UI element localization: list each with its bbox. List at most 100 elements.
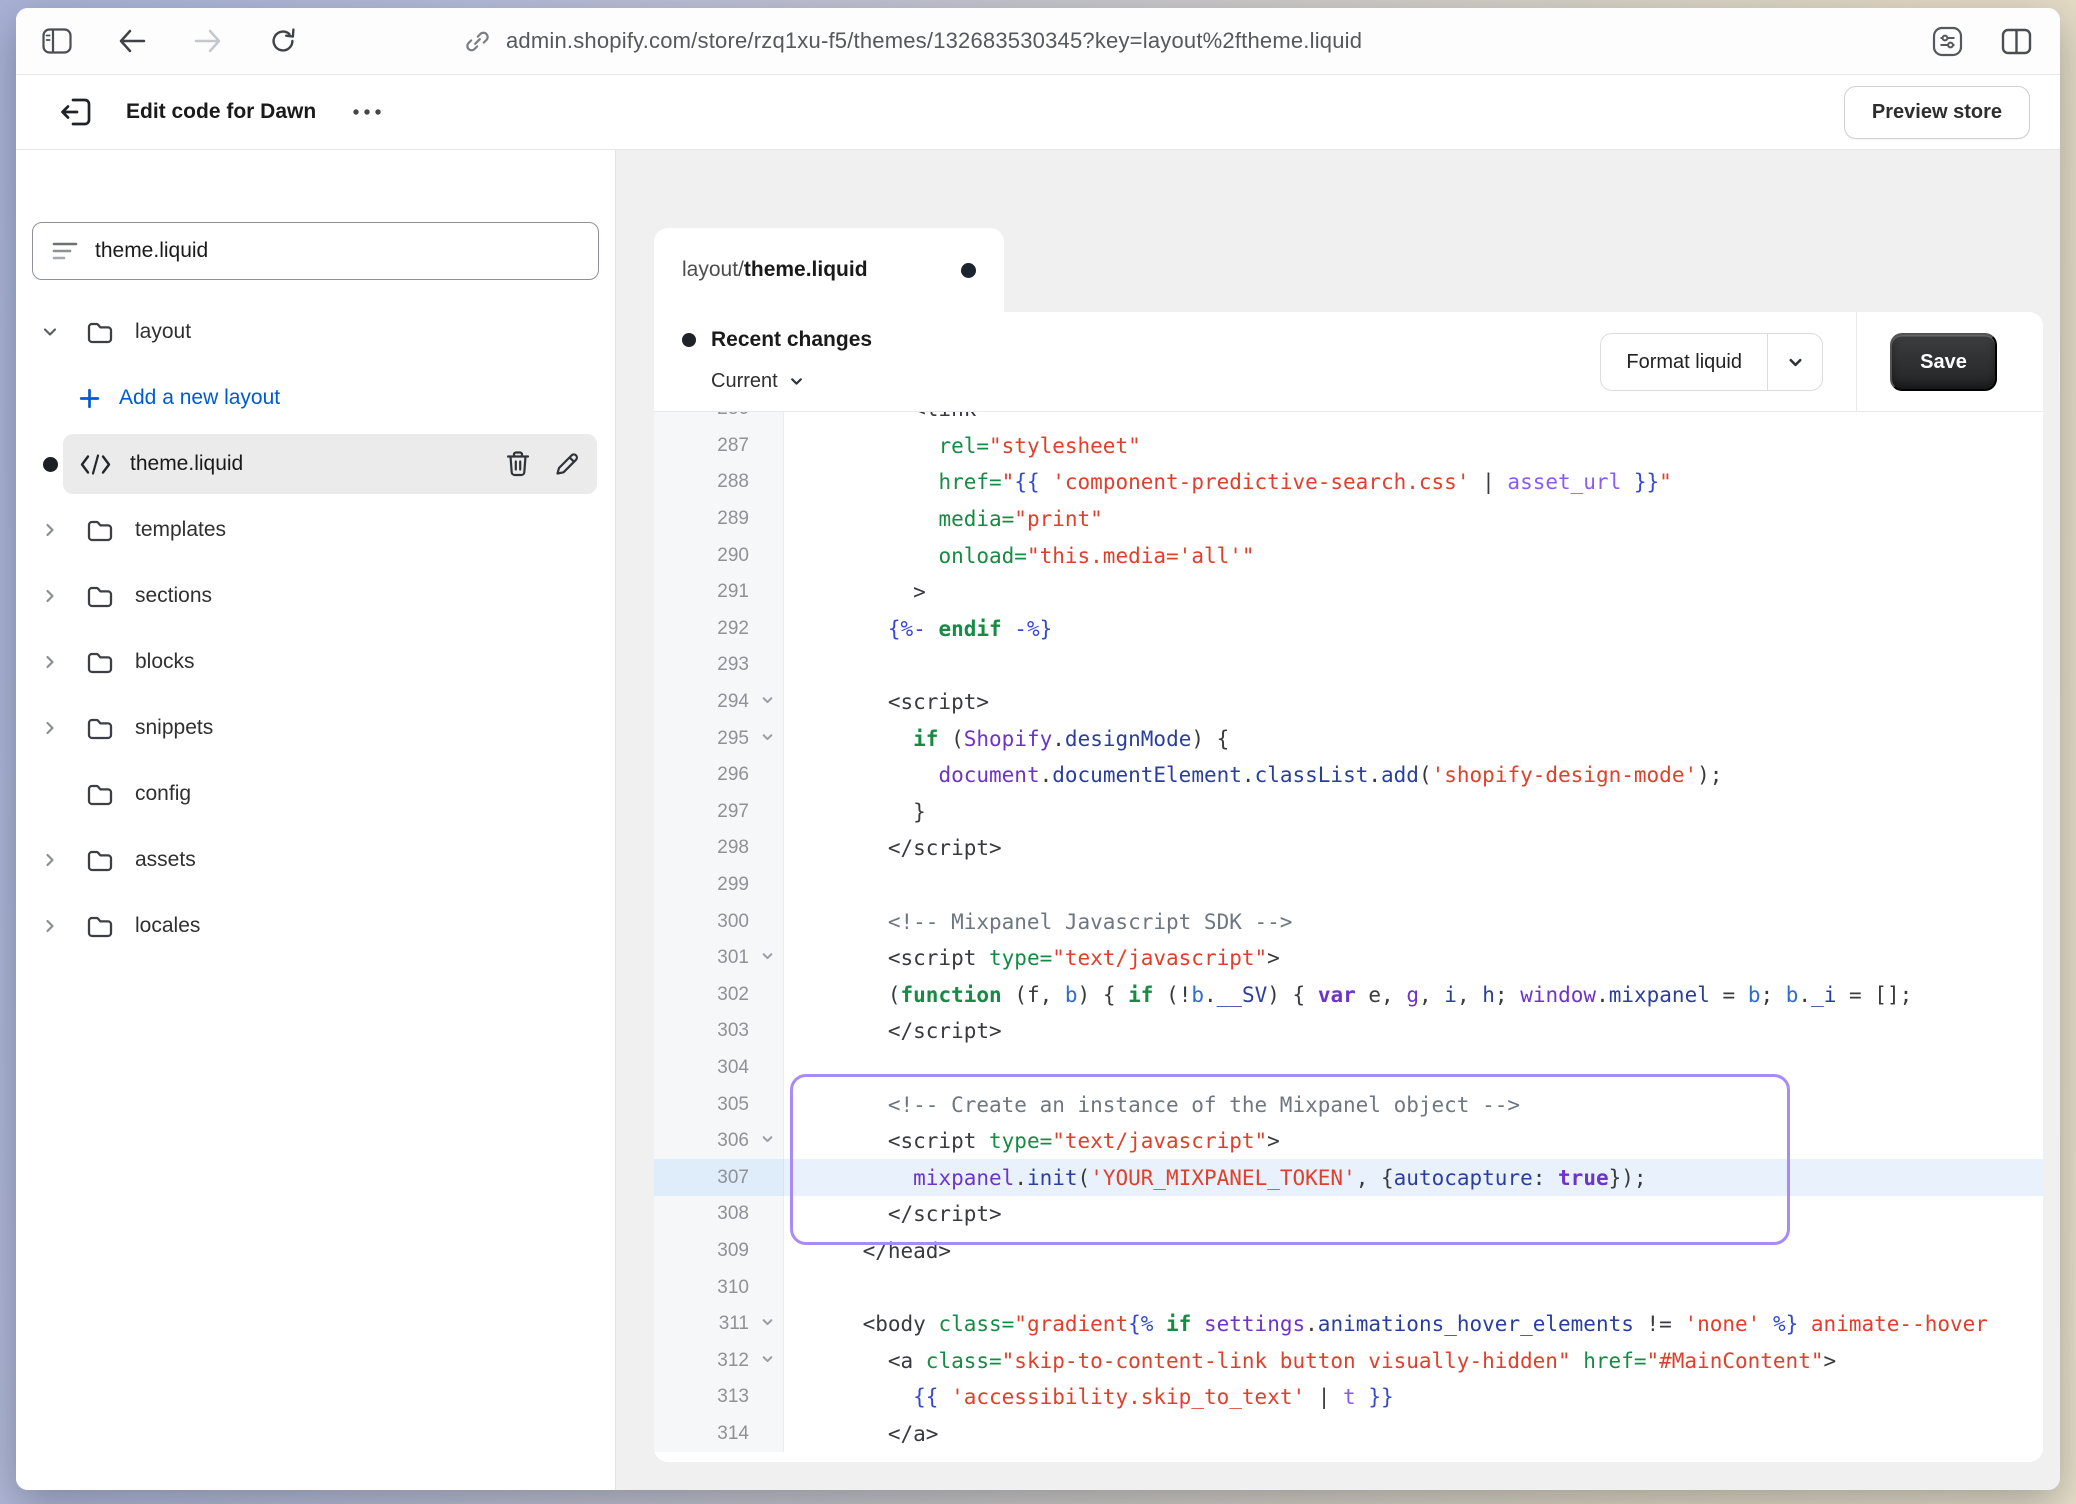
more-options-icon[interactable] xyxy=(350,106,384,118)
code-line-307[interactable]: 307 mixpanel.init('YOUR_MIXPANEL_TOKEN',… xyxy=(654,1159,2043,1196)
fold-chevron-icon[interactable] xyxy=(759,1351,776,1374)
code-line-303[interactable]: 303 </script> xyxy=(654,1013,2043,1050)
line-number[interactable]: 312 xyxy=(654,1342,784,1379)
code-line-310[interactable]: 310 xyxy=(654,1269,2043,1306)
sidebar-item-theme-liquid[interactable]: theme.liquid xyxy=(63,434,597,494)
line-number[interactable]: 296 xyxy=(654,757,784,794)
line-number[interactable]: 290 xyxy=(654,537,784,574)
chevron-right-icon[interactable] xyxy=(32,850,68,870)
line-number[interactable]: 304 xyxy=(654,1050,784,1087)
code-line-288[interactable]: 288 href="{{ 'component-predictive-searc… xyxy=(654,464,2043,501)
trash-icon[interactable] xyxy=(505,450,531,478)
line-number[interactable]: 298 xyxy=(654,830,784,867)
line-number[interactable]: 314 xyxy=(654,1416,784,1453)
chevron-down-icon[interactable] xyxy=(32,322,68,342)
code-editor[interactable]: 286 <link287 rel="stylesheet"288 href="{… xyxy=(654,412,2043,1461)
code-line-290[interactable]: 290 onload="this.media='all'" xyxy=(654,537,2043,574)
version-dropdown[interactable]: Current xyxy=(711,370,805,393)
sidebar-item-assets[interactable]: assets xyxy=(32,830,599,890)
code-line-301[interactable]: 301 <script type="text/javascript"> xyxy=(654,940,2043,977)
pencil-icon[interactable] xyxy=(553,450,581,478)
code-line-298[interactable]: 298 </script> xyxy=(654,830,2043,867)
line-number[interactable]: 286 xyxy=(654,412,784,428)
code-line-304[interactable]: 304 xyxy=(654,1050,2043,1087)
line-number[interactable]: 310 xyxy=(654,1269,784,1306)
code-line-293[interactable]: 293 xyxy=(654,647,2043,684)
line-number[interactable]: 289 xyxy=(654,501,784,538)
line-number[interactable]: 305 xyxy=(654,1086,784,1123)
code-line-305[interactable]: 305 <!-- Create an instance of the Mixpa… xyxy=(654,1086,2043,1123)
line-number[interactable]: 292 xyxy=(654,611,784,648)
chevron-right-icon[interactable] xyxy=(32,520,68,540)
line-number[interactable]: 301 xyxy=(654,940,784,977)
line-number[interactable]: 308 xyxy=(654,1196,784,1233)
code-line-313[interactable]: 313 {{ 'accessibility.skip_to_text' | t … xyxy=(654,1379,2043,1416)
line-number[interactable]: 287 xyxy=(654,428,784,465)
line-number[interactable]: 313 xyxy=(654,1379,784,1416)
code-line-309[interactable]: 309 </head> xyxy=(654,1233,2043,1270)
line-number[interactable]: 288 xyxy=(654,464,784,501)
code-line-302[interactable]: 302 (function (f, b) { if (!b.__SV) { va… xyxy=(654,977,2043,1014)
line-number[interactable]: 291 xyxy=(654,574,784,611)
code-line-296[interactable]: 296 document.documentElement.classList.a… xyxy=(654,757,2043,794)
code-line-312[interactable]: 312 <a class="skip-to-content-link butto… xyxy=(654,1342,2043,1379)
address-url[interactable]: admin.shopify.com/store/rzq1xu-f5/themes… xyxy=(506,28,1362,54)
back-icon[interactable] xyxy=(116,27,148,55)
fold-chevron-icon[interactable] xyxy=(759,1314,776,1337)
reload-icon[interactable] xyxy=(268,26,298,56)
sidebar-item-blocks[interactable]: blocks xyxy=(32,632,599,692)
sidebar-toggle-icon[interactable] xyxy=(42,28,72,54)
split-view-icon[interactable] xyxy=(2001,28,2032,55)
sidebar-item-add-a-new-layout[interactable]: Add a new layout xyxy=(32,368,599,428)
sidebar-item-templates[interactable]: templates xyxy=(32,500,599,560)
chevron-right-icon[interactable] xyxy=(32,586,68,606)
tab-theme-liquid[interactable]: layout/theme.liquid xyxy=(654,228,1004,312)
line-number[interactable]: 306 xyxy=(654,1123,784,1160)
format-dropdown-toggle[interactable] xyxy=(1768,334,1822,390)
sidebar-item-config[interactable]: config xyxy=(32,764,599,824)
line-number[interactable]: 295 xyxy=(654,720,784,757)
line-number[interactable]: 311 xyxy=(654,1306,784,1343)
exit-editor-icon[interactable] xyxy=(58,95,94,129)
line-number[interactable]: 293 xyxy=(654,647,784,684)
forward-icon[interactable] xyxy=(192,27,224,55)
search-input[interactable] xyxy=(95,239,598,263)
code-line-289[interactable]: 289 media="print" xyxy=(654,501,2043,538)
fold-chevron-icon[interactable] xyxy=(759,729,776,752)
code-line-297[interactable]: 297 } xyxy=(654,794,2043,831)
line-number[interactable]: 303 xyxy=(654,1013,784,1050)
code-line-287[interactable]: 287 rel="stylesheet" xyxy=(654,428,2043,465)
code-line-286[interactable]: 286 <link xyxy=(654,412,2043,428)
code-line-306[interactable]: 306 <script type="text/javascript"> xyxy=(654,1123,2043,1160)
sidebar-item-sections[interactable]: sections xyxy=(32,566,599,626)
page-settings-icon[interactable] xyxy=(1932,26,1963,57)
line-number[interactable]: 299 xyxy=(654,867,784,904)
line-number[interactable]: 307 xyxy=(654,1159,784,1196)
preview-store-button[interactable]: Preview store xyxy=(1844,86,2030,139)
fold-chevron-icon[interactable] xyxy=(759,692,776,715)
code-line-291[interactable]: 291 > xyxy=(654,574,2043,611)
fold-chevron-icon[interactable] xyxy=(759,1131,776,1154)
code-line-299[interactable]: 299 xyxy=(654,867,2043,904)
fold-chevron-icon[interactable] xyxy=(759,948,776,971)
chevron-right-icon[interactable] xyxy=(32,652,68,672)
chevron-right-icon[interactable] xyxy=(32,718,68,738)
code-line-295[interactable]: 295 if (Shopify.designMode) { xyxy=(654,720,2043,757)
line-number[interactable]: 297 xyxy=(654,794,784,831)
code-line-294[interactable]: 294 <script> xyxy=(654,684,2043,721)
line-number[interactable]: 309 xyxy=(654,1233,784,1270)
code-line-311[interactable]: 311 <body class="gradient{% if settings.… xyxy=(654,1306,2043,1343)
line-number[interactable]: 302 xyxy=(654,977,784,1014)
code-line-300[interactable]: 300 <!-- Mixpanel Javascript SDK --> xyxy=(654,903,2043,940)
sidebar-item-snippets[interactable]: snippets xyxy=(32,698,599,758)
code-line-314[interactable]: 314 </a> xyxy=(654,1416,2043,1453)
code-line-308[interactable]: 308 </script> xyxy=(654,1196,2043,1233)
line-number[interactable]: 300 xyxy=(654,903,784,940)
format-liquid-button[interactable]: Format liquid xyxy=(1600,333,1823,391)
sidebar-item-layout[interactable]: layout xyxy=(32,302,599,362)
code-line-292[interactable]: 292 {%- endif -%} xyxy=(654,611,2043,648)
chevron-right-icon[interactable] xyxy=(32,916,68,936)
save-button[interactable]: Save xyxy=(1890,333,1997,391)
line-number[interactable]: 294 xyxy=(654,684,784,721)
file-search-box[interactable] xyxy=(32,222,599,280)
